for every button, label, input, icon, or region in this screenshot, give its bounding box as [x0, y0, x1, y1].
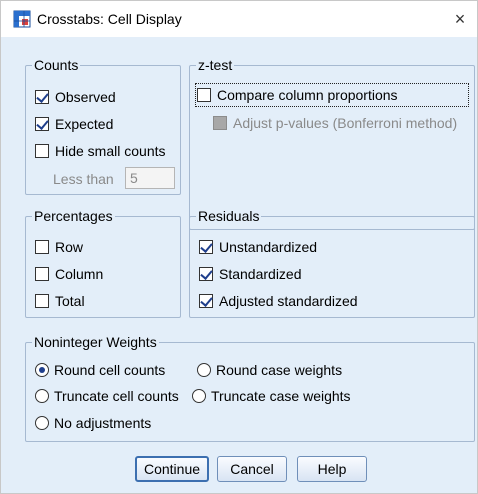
round-case-weights-label: Round case weights: [216, 362, 343, 378]
no-adjustments-radio[interactable]: No adjustments: [35, 413, 151, 433]
crosstabs-app-icon: [13, 10, 31, 28]
observed-label: Observed: [55, 89, 116, 105]
compare-label: Compare column proportions: [217, 87, 398, 103]
truncate-cell-counts-radio[interactable]: Truncate cell counts: [35, 386, 179, 406]
truncate-cell-counts-radio-icon: [35, 389, 49, 403]
column-checkbox[interactable]: Column: [35, 264, 103, 284]
less-than-input[interactable]: [125, 167, 175, 189]
row-checkbox[interactable]: Row: [35, 237, 83, 257]
dialog-content: Counts Observed Expected Hide small coun…: [1, 37, 477, 493]
adjust-check-icon: [213, 116, 227, 130]
observed-check-icon: [35, 90, 49, 104]
percentages-legend: Percentages: [32, 208, 115, 224]
adjusted-standardized-check-icon: [199, 294, 213, 308]
noninteger-weights-legend: Noninteger Weights: [32, 334, 159, 350]
round-cell-counts-radio[interactable]: Round cell counts: [35, 360, 165, 380]
round-case-weights-radio-icon: [197, 363, 211, 377]
round-cell-counts-label: Round cell counts: [54, 362, 166, 378]
adjusted-standardized-label: Adjusted standardized: [219, 293, 358, 309]
adjust-label: Adjust p-values (Bonferroni method): [233, 115, 458, 131]
total-check-icon: [35, 294, 49, 308]
no-adjustments-radio-icon: [35, 416, 49, 430]
row-label: Row: [55, 239, 84, 255]
unstandardized-check-icon: [199, 240, 213, 254]
truncate-case-weights-label: Truncate case weights: [211, 388, 351, 404]
total-label: Total: [55, 293, 85, 309]
total-checkbox[interactable]: Total: [35, 291, 85, 311]
less-than-label: Less than: [53, 171, 114, 187]
title-bar[interactable]: Crosstabs: Cell Display ×: [1, 1, 477, 37]
compare-check-icon: [197, 88, 211, 102]
cancel-button[interactable]: Cancel: [217, 456, 287, 482]
window-title: Crosstabs: Cell Display: [37, 11, 182, 27]
hide-small-counts-checkbox[interactable]: Hide small counts: [35, 141, 166, 161]
adjust-p-values-checkbox[interactable]: Adjust p-values (Bonferroni method): [213, 113, 457, 133]
round-case-weights-radio[interactable]: Round case weights: [197, 360, 342, 380]
expected-check-icon: [35, 117, 49, 131]
column-check-icon: [35, 267, 49, 281]
close-icon[interactable]: ×: [447, 7, 473, 31]
z-test-legend: z-test: [196, 57, 235, 73]
compare-column-proportions-checkbox[interactable]: Compare column proportions: [197, 85, 398, 105]
crosstabs-cell-display-dialog: Crosstabs: Cell Display × Counts Observe…: [0, 0, 478, 494]
counts-legend: Counts: [32, 57, 81, 73]
continue-button[interactable]: Continue: [135, 456, 209, 482]
truncate-case-weights-radio-icon: [192, 389, 206, 403]
expected-label: Expected: [55, 116, 114, 132]
observed-checkbox[interactable]: Observed: [35, 87, 116, 107]
standardized-checkbox[interactable]: Standardized: [199, 264, 302, 284]
unstandardized-label: Unstandardized: [219, 239, 318, 255]
no-adjustments-label: No adjustments: [54, 415, 152, 431]
truncate-case-weights-radio[interactable]: Truncate case weights: [192, 386, 351, 406]
residuals-legend: Residuals: [196, 208, 262, 224]
truncate-cell-counts-label: Truncate cell counts: [54, 388, 179, 404]
standardized-label: Standardized: [219, 266, 302, 282]
hide-small-counts-label: Hide small counts: [55, 143, 166, 159]
column-label: Column: [55, 266, 104, 282]
unstandardized-checkbox[interactable]: Unstandardized: [199, 237, 317, 257]
row-check-icon: [35, 240, 49, 254]
expected-checkbox[interactable]: Expected: [35, 114, 113, 134]
adjusted-standardized-checkbox[interactable]: Adjusted standardized: [199, 291, 358, 311]
hide-small-counts-check-icon: [35, 144, 49, 158]
help-button[interactable]: Help: [297, 456, 367, 482]
standardized-check-icon: [199, 267, 213, 281]
round-cell-counts-radio-icon: [35, 363, 49, 377]
